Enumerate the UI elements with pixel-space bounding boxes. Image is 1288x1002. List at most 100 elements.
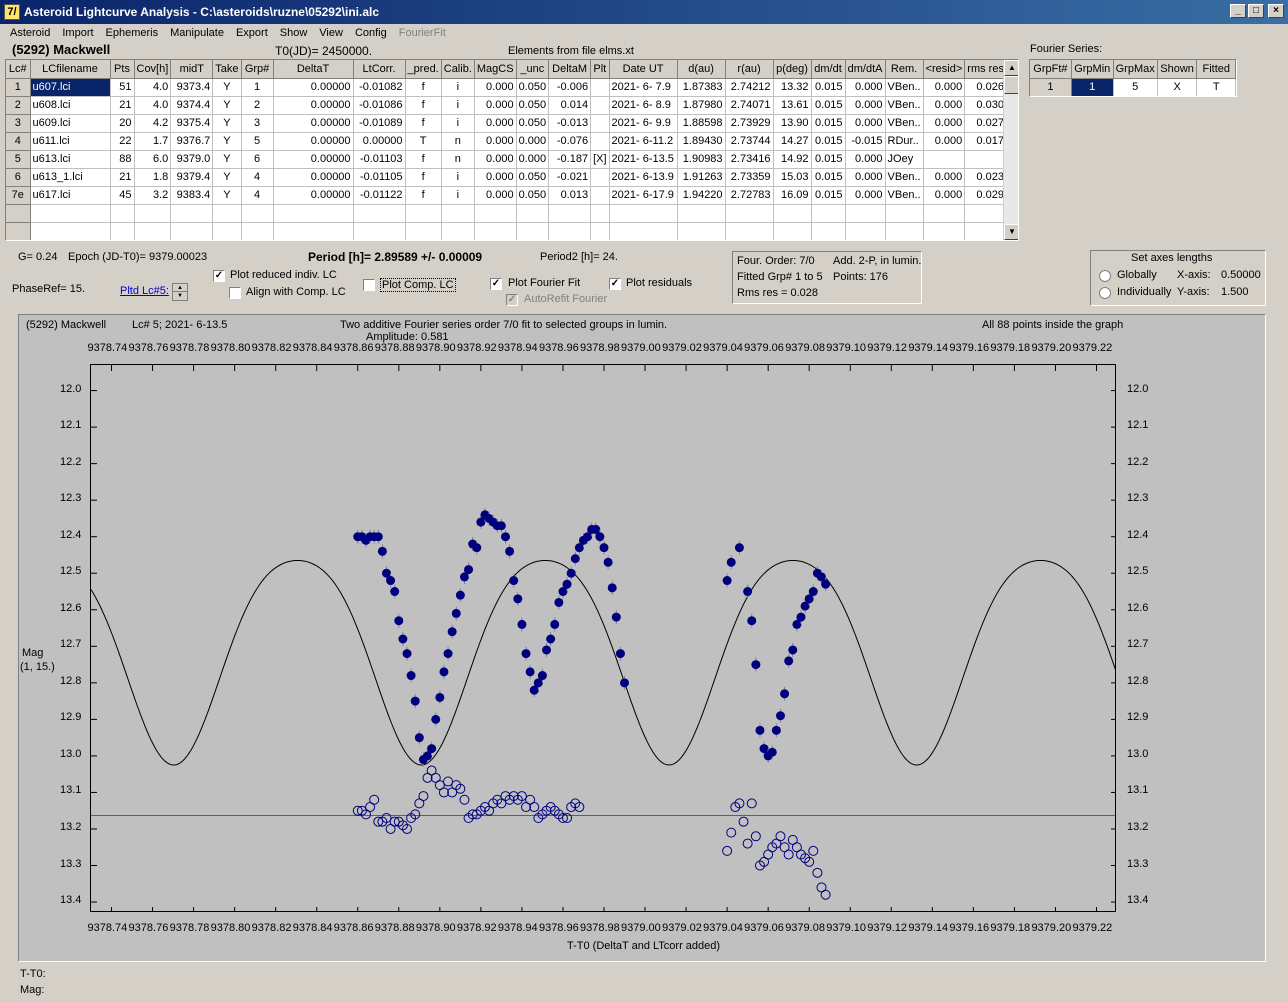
table-cell[interactable]: 51 (110, 78, 135, 97)
table-cell[interactable]: Y (212, 78, 242, 97)
table-cell[interactable]: -0.01089 (353, 114, 406, 133)
table-cell[interactable] (134, 204, 172, 223)
col-header[interactable]: Pts (110, 60, 135, 79)
table-cell[interactable]: 0.000 (923, 186, 966, 205)
table-cell[interactable] (885, 222, 924, 240)
table-cell[interactable] (474, 204, 517, 223)
table-cell[interactable] (885, 204, 924, 223)
table-cell[interactable]: 0.00000 (273, 78, 354, 97)
table-cell[interactable]: 0.050 (516, 96, 550, 115)
fourier-row[interactable]: 115XT (1030, 78, 1236, 96)
table-cell[interactable]: 14.92 (773, 150, 812, 169)
table-cell[interactable] (590, 168, 610, 187)
menu-export[interactable]: Export (230, 27, 274, 39)
table-cell[interactable]: 0.000 (845, 78, 886, 97)
table-cell[interactable]: 3.2 (134, 186, 172, 205)
table-cell[interactable]: 1.91263 (677, 168, 726, 187)
table-cell[interactable]: 0.015 (811, 168, 846, 187)
table-cell[interactable] (923, 204, 966, 223)
plot-comp-checkbox[interactable] (363, 279, 375, 291)
table-cell[interactable] (773, 204, 812, 223)
table-cell[interactable]: Y (212, 96, 242, 115)
col-header[interactable]: p(deg) (773, 60, 812, 79)
table-cell[interactable] (405, 204, 442, 223)
table-cell[interactable]: 0.026 (964, 78, 1007, 97)
table-cell[interactable] (30, 204, 111, 223)
table-cell[interactable]: -0.013 (548, 114, 592, 133)
table-cell[interactable]: VBen.. (885, 96, 924, 115)
table-cell[interactable]: 0.029 (964, 186, 1007, 205)
table-cell[interactable] (405, 222, 442, 240)
table-cell[interactable]: 2.73359 (725, 168, 774, 187)
table-cell[interactable] (590, 186, 610, 205)
table-cell[interactable]: 0.017 (964, 132, 1007, 151)
table-cell[interactable] (923, 150, 966, 169)
table-cell[interactable]: i (441, 114, 475, 133)
table-cell[interactable]: 2021- 6-17.9 (609, 186, 678, 205)
table-row[interactable]: 4 u611.lci 22 1.7 9376.7 Y 5 0.00000 0.00000 Tn 0.… (6, 132, 1007, 151)
menu-manipulate[interactable]: Manipulate (164, 27, 230, 39)
table-cell[interactable]: 0.015 (811, 132, 846, 151)
fourier-col-header[interactable]: GrpMin (1071, 60, 1114, 79)
table-cell[interactable]: VBen.. (885, 78, 924, 97)
table-cell[interactable] (548, 204, 592, 223)
table-cell[interactable]: 9374.4 (170, 96, 214, 115)
menu-config[interactable]: Config (349, 27, 393, 39)
table-cell[interactable] (677, 204, 726, 223)
table-cell[interactable]: f (405, 96, 442, 115)
table-cell[interactable]: T (405, 132, 442, 151)
table-cell[interactable]: 0.000 (845, 168, 886, 187)
col-header[interactable]: <resid> (923, 60, 966, 79)
table-cell[interactable]: 0.000 (474, 132, 517, 151)
globally-radio[interactable] (1099, 270, 1111, 282)
table-cell[interactable]: u613.lci (30, 150, 111, 169)
table-cell[interactable]: 45 (110, 186, 135, 205)
table-cell[interactable] (110, 222, 135, 240)
table-cell[interactable]: u607.lci (30, 78, 111, 97)
table-cell[interactable]: 0.050 (516, 78, 550, 97)
col-header[interactable]: _pred. (405, 60, 442, 79)
scroll-thumb[interactable] (1004, 76, 1018, 94)
table-cell[interactable] (725, 222, 774, 240)
table-cell[interactable]: Y (212, 150, 242, 169)
table-cell[interactable]: [X] (590, 150, 610, 169)
col-header[interactable]: dm/dtA (845, 60, 886, 79)
table-cell[interactable]: 9383.4 (170, 186, 214, 205)
table-cell[interactable]: 1.87383 (677, 78, 726, 97)
col-header[interactable]: dm/dt (811, 60, 846, 79)
table-cell[interactable]: VBen.. (885, 114, 924, 133)
menu-show[interactable]: Show (274, 27, 314, 39)
plot-area[interactable] (90, 364, 1116, 912)
table-cell[interactable]: 9373.4 (170, 78, 214, 97)
table-cell[interactable] (241, 204, 274, 223)
table-cell[interactable]: 0.050 (516, 114, 550, 133)
col-header[interactable]: LCfilename (30, 60, 111, 79)
table-cell[interactable]: VBen.. (885, 186, 924, 205)
col-header[interactable]: Cov[h] (134, 60, 172, 79)
y-axis-value[interactable]: 1.500 (1221, 286, 1249, 298)
table-cell[interactable] (273, 204, 354, 223)
table-cell[interactable]: 7e (6, 186, 31, 205)
table-cell[interactable]: 1.87980 (677, 96, 726, 115)
table-cell[interactable] (30, 222, 111, 240)
menu-import[interactable]: Import (56, 27, 99, 39)
x-axis-value[interactable]: 0.50000 (1221, 269, 1261, 281)
table-cell[interactable]: 0.000 (474, 168, 517, 187)
table-cell[interactable]: i (441, 78, 475, 97)
table-cell[interactable]: -0.01086 (353, 96, 406, 115)
col-header[interactable]: Plt (590, 60, 610, 79)
plot-fourier-checkbox[interactable]: ✓ (490, 278, 502, 290)
table-cell[interactable]: 13.61 (773, 96, 812, 115)
col-header[interactable]: r(au) (725, 60, 774, 79)
table-cell[interactable]: 2 (6, 96, 31, 115)
table-cell[interactable]: -0.076 (548, 132, 592, 151)
table-cell[interactable]: 5 (241, 132, 274, 151)
fourier-col-header[interactable]: GrpMax (1113, 60, 1158, 79)
table-cell[interactable]: n (441, 150, 475, 169)
table-cell[interactable] (110, 204, 135, 223)
table-cell[interactable]: 4 (6, 132, 31, 151)
table-cell[interactable]: 15.03 (773, 168, 812, 187)
table-cell[interactable] (212, 222, 242, 240)
table-cell[interactable]: 0.015 (811, 114, 846, 133)
table-cell[interactable]: 4 (241, 168, 274, 187)
